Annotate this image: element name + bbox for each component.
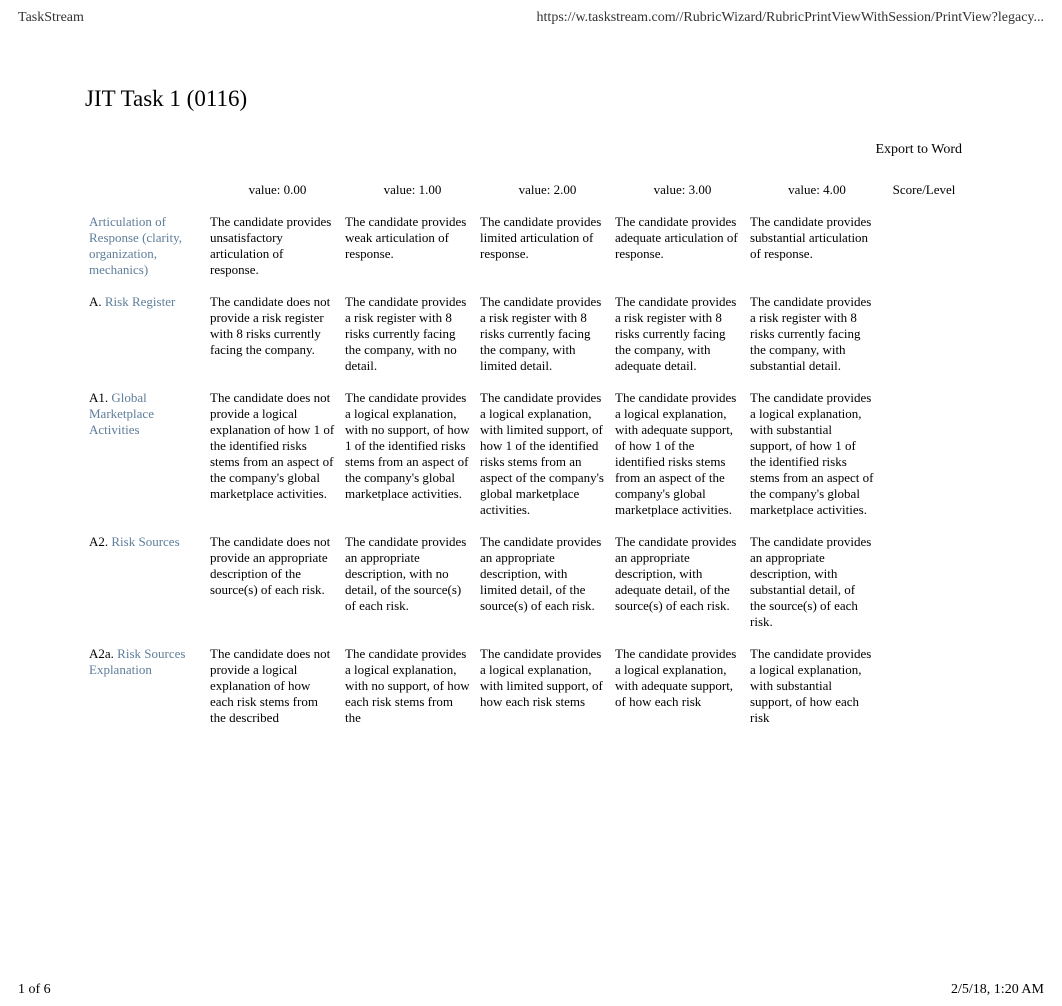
header-value-1: value: 1.00 [345, 176, 480, 208]
criterion-link[interactable]: Risk Sources [111, 534, 179, 549]
rubric-cell: The candidate provides a logical explana… [480, 640, 615, 736]
header-score: Score/Level [884, 176, 964, 208]
rubric-table: value: 0.00 value: 1.00 value: 2.00 valu… [85, 176, 1062, 736]
browser-url: https://w.taskstream.com//RubricWizard/R… [537, 10, 1044, 26]
rubric-cell: The candidate provides unsatisfactory ar… [210, 208, 345, 288]
rubric-cell: The candidate provides a logical explana… [480, 384, 615, 528]
score-cell [884, 384, 964, 528]
rubric-cell: The candidate provides an appropriate de… [750, 528, 884, 640]
rubric-cell: The candidate provides a risk register w… [750, 288, 884, 384]
rubric-cell: The candidate does not provide a risk re… [210, 288, 345, 384]
score-cell [884, 528, 964, 640]
criterion-prefix: A2a. [89, 646, 117, 661]
score-cell [884, 288, 964, 384]
rubric-cell: The candidate provides an appropriate de… [345, 528, 480, 640]
criterion-cell[interactable]: A. Risk Register [85, 288, 210, 384]
rubric-cell: The candidate does not provide a logical… [210, 640, 345, 736]
page-footer: 1 of 6 2/5/18, 1:20 AM [0, 982, 1062, 1006]
rubric-cell: The candidate provides a logical explana… [615, 640, 750, 736]
page-title: JIT Task 1 (0116) [85, 86, 1062, 112]
rubric-cell: The candidate provides a logical explana… [615, 384, 750, 528]
rubric-cell: The candidate provides a risk register w… [615, 288, 750, 384]
criterion-link[interactable]: Articulation of Response (clarity, organ… [89, 214, 182, 277]
page: JIT Task 1 (0116) Export to Word value: … [0, 26, 1062, 736]
criterion-prefix: A. [89, 294, 105, 309]
rubric-cell: The candidate provides a logical explana… [750, 384, 884, 528]
rubric-cell: The candidate provides an appropriate de… [480, 528, 615, 640]
page-counter: 1 of 6 [18, 982, 51, 998]
score-cell [884, 640, 964, 736]
header-value-4: value: 4.00 [750, 176, 884, 208]
header-value-2: value: 2.00 [480, 176, 615, 208]
criterion-cell[interactable]: A2a. Risk Sources Explanation [85, 640, 210, 736]
header-criterion [85, 176, 210, 208]
rubric-cell: The candidate provides an appropriate de… [615, 528, 750, 640]
criterion-link[interactable]: Risk Register [105, 294, 175, 309]
page-timestamp: 2/5/18, 1:20 AM [951, 982, 1044, 998]
criterion-cell[interactable]: A1. Global Marketplace Activities [85, 384, 210, 528]
rubric-cell: The candidate provides a risk register w… [345, 288, 480, 384]
page-content-wrapper: JIT Task 1 (0116) Export to Word value: … [0, 26, 1062, 776]
export-row: Export to Word [0, 142, 1062, 176]
browser-header: TaskStream https://w.taskstream.com//Rub… [0, 0, 1062, 26]
score-cell [884, 208, 964, 288]
rubric-cell: The candidate does not provide an approp… [210, 528, 345, 640]
rubric-cell: The candidate provides a logical explana… [750, 640, 884, 736]
rubric-cell: The candidate provides substantial artic… [750, 208, 884, 288]
criterion-cell[interactable]: A2. Risk Sources [85, 528, 210, 640]
rubric-cell: The candidate provides adequate articula… [615, 208, 750, 288]
browser-title: TaskStream [18, 10, 84, 26]
export-to-word-link[interactable]: Export to Word [876, 142, 963, 157]
rubric-cell: The candidate provides a logical explana… [345, 640, 480, 736]
criterion-prefix: A2. [89, 534, 111, 549]
header-value-0: value: 0.00 [210, 176, 345, 208]
header-value-3: value: 3.00 [615, 176, 750, 208]
rubric-cell: The candidate provides a risk register w… [480, 288, 615, 384]
criterion-cell[interactable]: Articulation of Response (clarity, organ… [85, 208, 210, 288]
criterion-prefix: A1. [89, 390, 111, 405]
rubric-cell: The candidate provides weak articulation… [345, 208, 480, 288]
rubric-cell: The candidate does not provide a logical… [210, 384, 345, 528]
rubric-cell: The candidate provides a logical explana… [345, 384, 480, 528]
rubric-cell: The candidate provides limited articulat… [480, 208, 615, 288]
